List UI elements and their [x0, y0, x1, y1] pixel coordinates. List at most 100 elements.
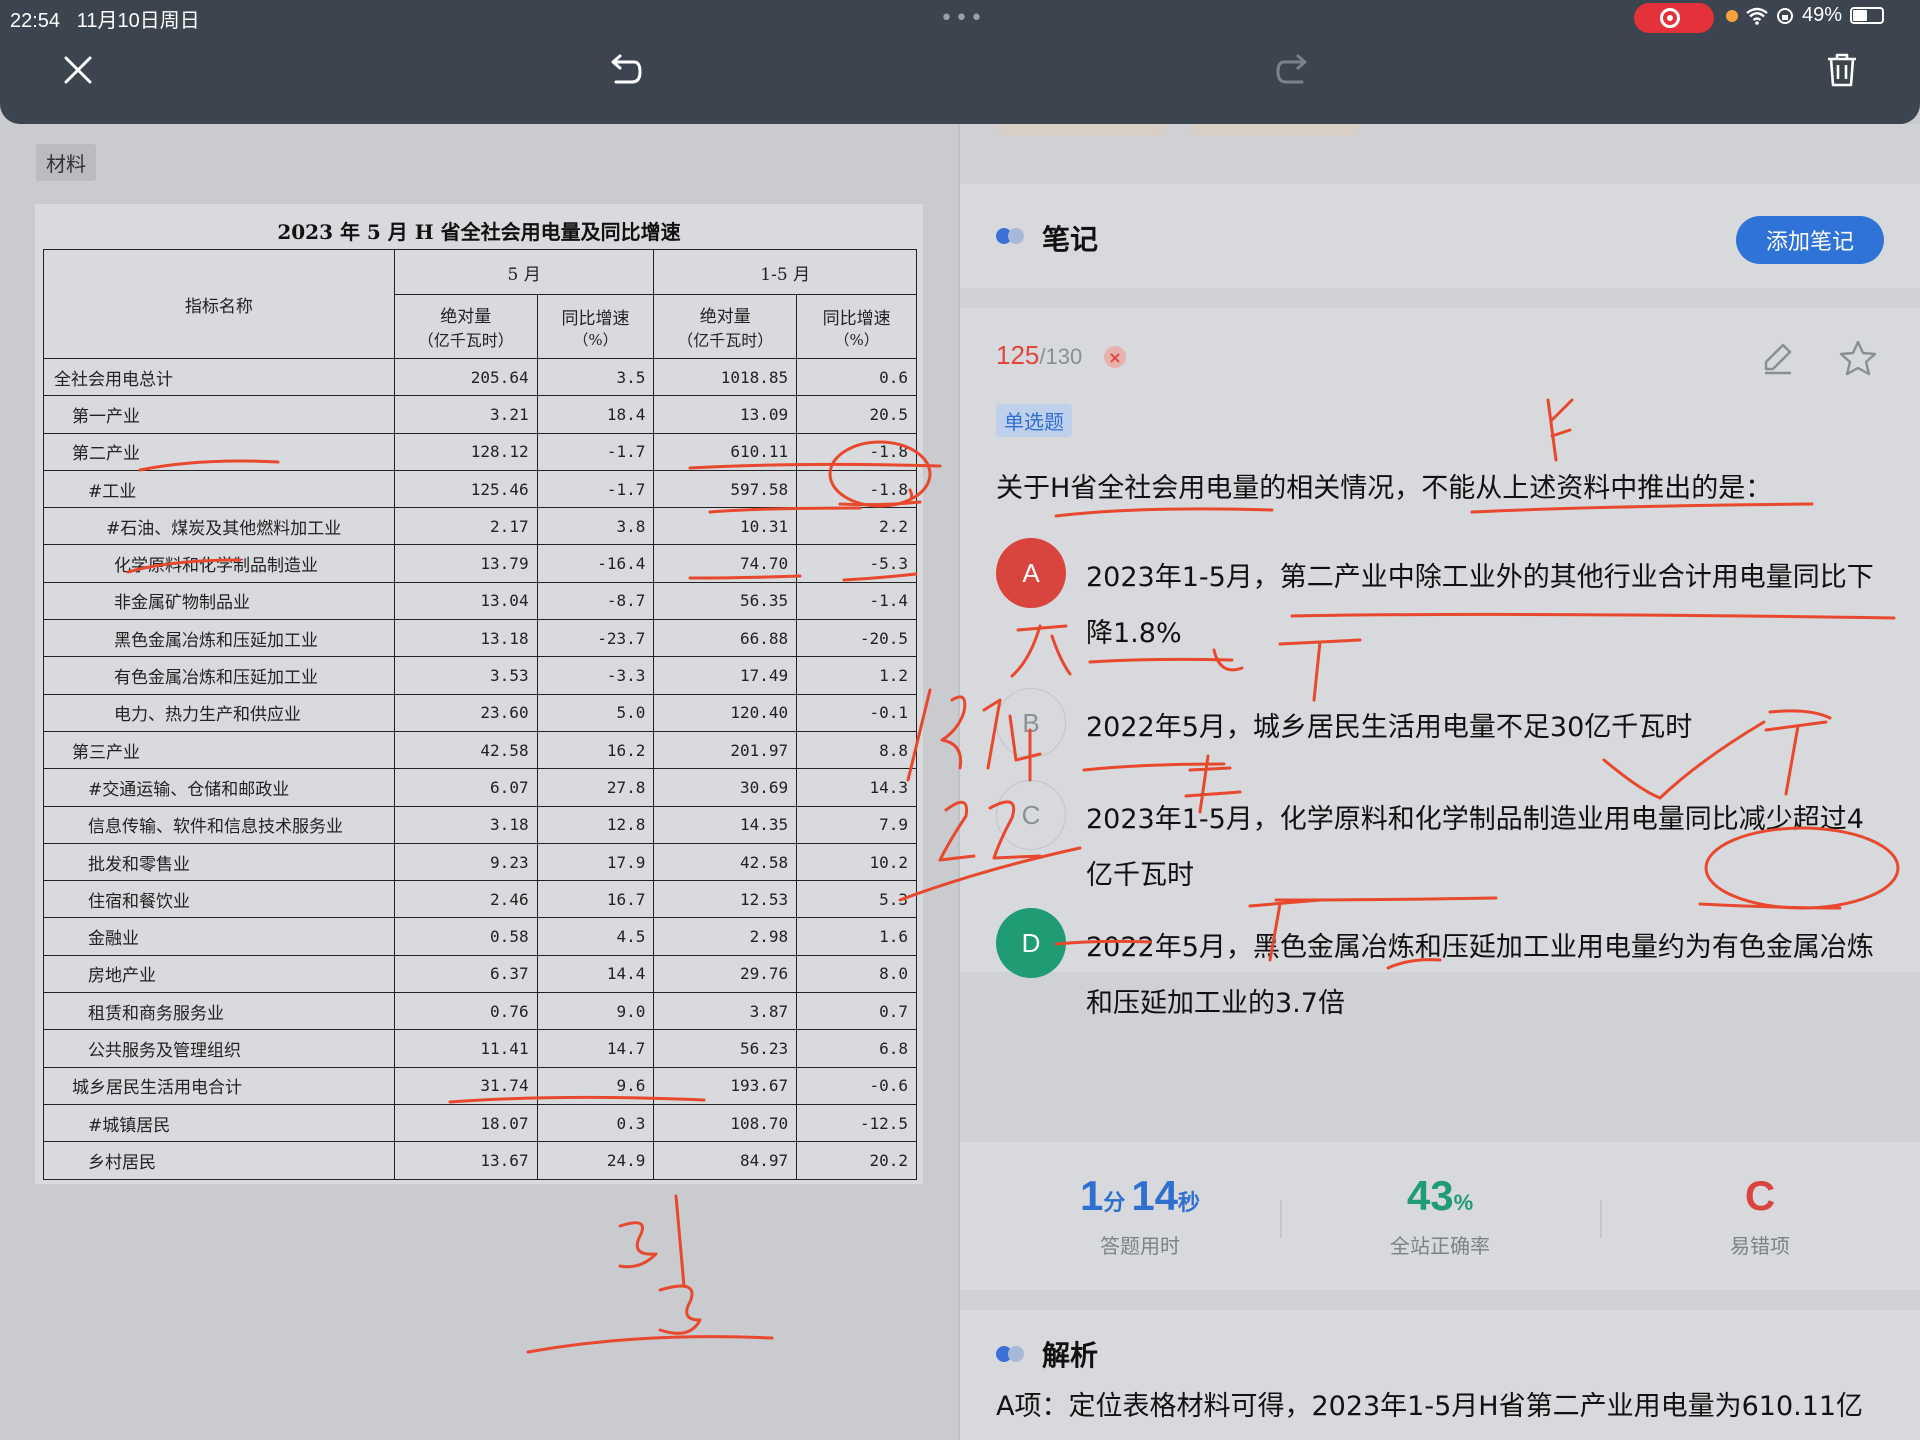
- cell-may-abs: 42.58: [393, 730, 538, 770]
- table-row: #工业 125.46 -1.7 597.58 -1.8: [43, 469, 917, 509]
- table-row: 非金属矿物制品业 13.04 -8.7 56.35 -1.4: [43, 581, 917, 621]
- wifi-icon: [1746, 7, 1768, 25]
- cell-ytd-growth: 1.2: [796, 656, 917, 695]
- cell-may-abs: 2.46: [393, 880, 538, 919]
- cell-may-abs: 125.46: [393, 469, 538, 509]
- cell-may-growth: 3.8: [536, 507, 655, 546]
- cell-ytd-growth: -0.1: [796, 693, 917, 732]
- close-button[interactable]: [54, 46, 102, 94]
- cell-may-growth: 16.7: [536, 880, 655, 919]
- multitask-dots-icon[interactable]: •••: [940, 6, 985, 31]
- electricity-table: 指标名称 5 月 1-5 月 绝对量 （亿千瓦时） 同比增速 （%） 绝对量 （亿千瓦…: [43, 249, 917, 1180]
- section-dot-icon: [996, 1346, 1026, 1362]
- cell-may-growth: 24.9: [536, 1141, 655, 1180]
- pencil-icon: [1764, 343, 1792, 375]
- cell-ytd-growth: -5.3: [796, 544, 917, 583]
- cell-may-abs: 9.23: [393, 842, 538, 882]
- redo-icon: [1276, 54, 1307, 84]
- delete-button[interactable]: [1818, 46, 1866, 94]
- option-letter-badge: C: [996, 780, 1066, 850]
- cell-ytd-abs: 120.40: [653, 693, 798, 732]
- cell-may-abs: 31.74: [393, 1066, 538, 1105]
- notes-title: 笔记: [1042, 223, 1099, 256]
- cell-ytd-abs: 108.70: [653, 1103, 798, 1143]
- cell-ytd-abs: 74.70: [653, 544, 798, 583]
- cell-ytd-abs: 42.58: [653, 842, 798, 882]
- orientation-lock-icon: [1777, 7, 1793, 24]
- option-d[interactable]: D 2022年5月，黑色金属冶炼和压延加工业用电量约为有色金属冶炼和压延加工业的3…: [996, 908, 1896, 1019]
- answer-stats: 1分 14秒 答题用时 43% 全站正确率 C 易错项: [960, 1142, 1920, 1290]
- table-row: 住宿和餐饮业 2.46 16.7 12.53 5.3: [43, 880, 917, 919]
- cell-ytd-growth: -1.8: [796, 469, 917, 509]
- row-name: 全社会用电总计: [43, 357, 395, 397]
- row-name: 第二产业: [43, 432, 395, 471]
- table-row: 乡村居民 13.67 24.9 84.97 20.2: [43, 1141, 917, 1180]
- cell-ytd-growth: -1.8: [796, 432, 917, 471]
- table-row: 金融业 0.58 4.5 2.98 1.6: [43, 917, 917, 956]
- table-row: 第二产业 128.12 -1.7 610.11 -1.8: [43, 432, 917, 471]
- analysis-section: 解析 A项：定位表格材料可得，2023年1-5月H省第二产业用电量为610.11…: [960, 1310, 1920, 1440]
- option-a[interactable]: A 2023年1-5月，第二产业中除工业外的其他行业合计用电量同比下降1.8%: [996, 538, 1896, 649]
- cell-ytd-abs: 56.35: [653, 581, 798, 621]
- table-row: 信息传输、软件和信息技术服务业 3.18 12.8 14.35 7.9: [43, 805, 917, 844]
- cell-ytd-abs: 14.35: [653, 805, 798, 844]
- cell-may-growth: 5.0: [536, 693, 655, 732]
- cell-ytd-growth: -0.6: [796, 1066, 917, 1105]
- row-name: 化学原料和化学制品制造业: [43, 544, 395, 583]
- cell-ytd-abs: 12.53: [653, 880, 798, 919]
- cell-may-growth: 14.7: [536, 1029, 655, 1068]
- close-icon: [64, 56, 92, 84]
- cell-ytd-growth: -1.4: [796, 581, 917, 621]
- cell-ytd-growth: -20.5: [796, 619, 917, 658]
- table-row: #石油、煤炭及其他燃料加工业 2.17 3.8 10.31 2.2: [43, 507, 917, 546]
- favorite-button[interactable]: [1836, 336, 1880, 380]
- option-c[interactable]: C 2023年1-5月，化学原料和化学制品制造业用电量同比减少超过4亿千瓦时: [996, 780, 1896, 891]
- cell-may-abs: 3.53: [393, 656, 538, 695]
- cell-ytd-abs: 17.49: [653, 656, 798, 695]
- cell-may-abs: 13.67: [393, 1141, 538, 1180]
- cell-may-growth: 27.8: [536, 768, 655, 807]
- table-row: 租赁和商务服务业 0.76 9.0 3.87 0.7: [43, 992, 917, 1031]
- option-b[interactable]: B 2022年5月，城乡居民生活用电量不足30亿千瓦时: [996, 688, 1896, 788]
- cell-may-growth: 4.5: [536, 917, 655, 956]
- status-date: 11月10日周日: [76, 10, 200, 32]
- row-name: #城镇居民: [43, 1103, 395, 1143]
- header-ytd-growth: 同比增速 （%）: [796, 294, 917, 359]
- undo-button[interactable]: [600, 46, 648, 94]
- cell-may-abs: 11.41: [393, 1029, 538, 1068]
- cell-may-abs: 128.12: [393, 432, 538, 471]
- redo-button[interactable]: [1270, 46, 1318, 94]
- cell-may-abs: 0.58: [393, 917, 538, 956]
- cell-may-growth: -3.3: [536, 656, 655, 695]
- cell-may-growth: -8.7: [536, 581, 655, 621]
- row-name: 信息传输、软件和信息技术服务业: [43, 805, 395, 844]
- cell-may-growth: 9.6: [536, 1066, 655, 1105]
- material-panel[interactable]: 材料 2023 年 5 月 H 省全社会用电量及同比增速 指标名称 5 月 1-…: [0, 124, 958, 1440]
- cell-may-abs: 18.07: [393, 1103, 538, 1143]
- header-jan-may: 1-5 月: [653, 249, 917, 295]
- cell-ytd-growth: 2.2: [796, 507, 917, 546]
- undo-icon: [611, 54, 642, 84]
- question-panel[interactable]: 笔记 添加笔记 125/130 × 单选题 关于H省全社会用电量的相关情况，不能…: [958, 118, 1920, 1440]
- cell-may-abs: 13.79: [393, 544, 538, 583]
- cell-may-growth: 18.4: [536, 395, 655, 434]
- add-note-button[interactable]: 添加笔记: [1736, 216, 1884, 264]
- screen-recording-indicator[interactable]: [1634, 3, 1714, 33]
- question-stem: 关于H省全社会用电量的相关情况，不能从上述资料中推出的是：: [996, 473, 1773, 504]
- table-row: 化学原料和化学制品制造业 13.79 -16.4 74.70 -5.3: [43, 544, 917, 583]
- table-row: 电力、热力生产和供应业 23.60 5.0 120.40 -0.1: [43, 693, 917, 732]
- wrong-mark-icon: ×: [1104, 346, 1126, 368]
- option-letter-badge: D: [996, 908, 1066, 978]
- cell-may-growth: 9.0: [536, 992, 655, 1031]
- row-name: 公共服务及管理组织: [43, 1029, 395, 1068]
- table-row: 城乡居民生活用电合计 31.74 9.6 193.67 -0.6: [43, 1066, 917, 1105]
- table-row: 黑色金属冶炼和压延加工业 13.18 -23.7 66.88 -20.5: [43, 619, 917, 658]
- row-name: 黑色金属冶炼和压延加工业: [43, 619, 395, 658]
- cell-ytd-growth: 20.2: [796, 1141, 917, 1180]
- stat-accuracy: 43% 全站正确率: [1390, 1172, 1490, 1258]
- status-indicators: 49%: [1726, 4, 1885, 27]
- cell-may-growth: -16.4: [536, 544, 655, 583]
- row-name: 乡村居民: [43, 1141, 395, 1180]
- edit-button[interactable]: [1756, 336, 1800, 380]
- cell-may-growth: 14.4: [536, 954, 655, 994]
